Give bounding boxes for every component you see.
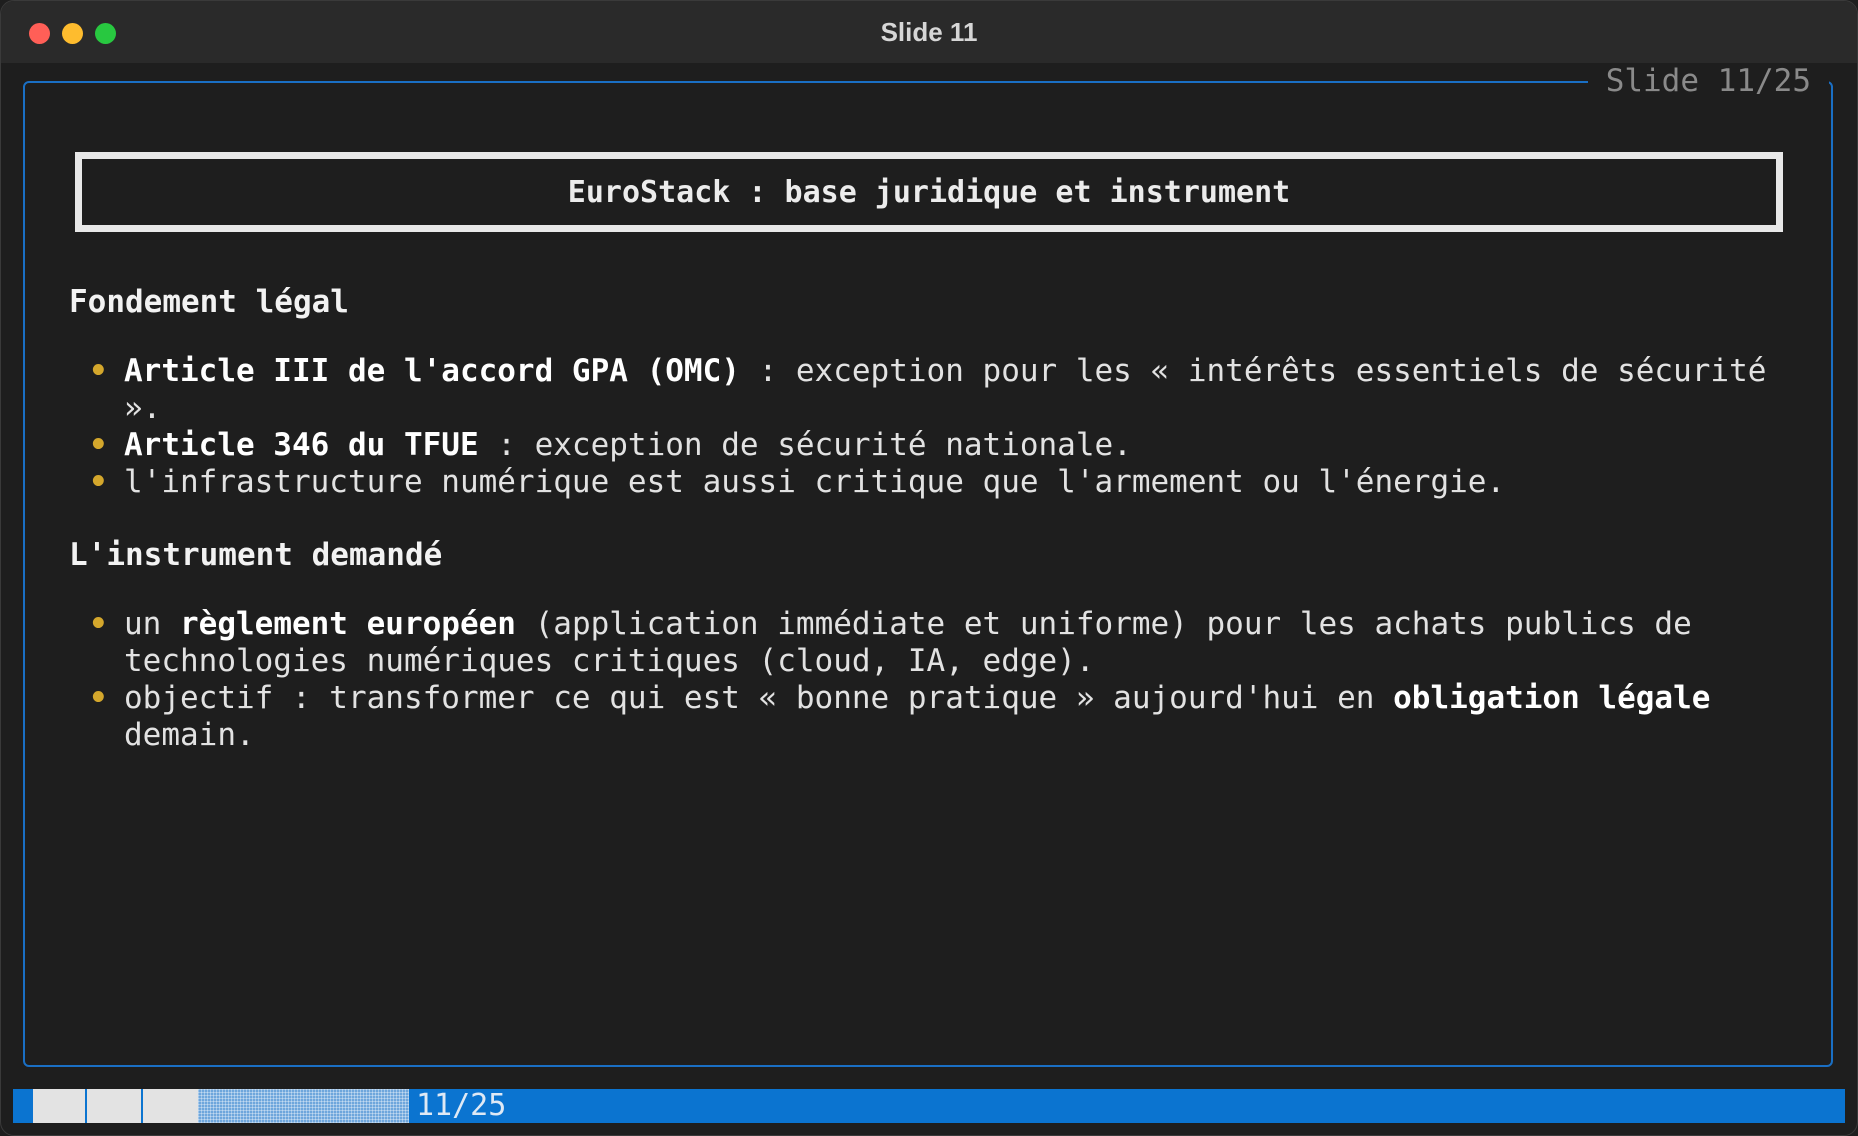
list-item: • objectif : transformer ce qui est « bon… (69, 680, 1789, 754)
bullet-bold-text: Article 346 du TFUE (124, 427, 479, 463)
bullet-prefix: un (124, 606, 180, 642)
bullet-list: • un règlement européen (application immé… (69, 606, 1789, 754)
window-title: Slide 11 (880, 17, 978, 47)
list-item: • un règlement européen (application immé… (69, 606, 1789, 680)
section-heading: Fondement légal (69, 284, 349, 320)
slide-counter-label: Slide 11/25 (1587, 63, 1829, 99)
slide-title: EuroStack : base juridique et instrument (567, 174, 1291, 210)
bullet-suffix: demain. (124, 717, 255, 753)
slide-title-box: EuroStack : base juridique et instrument (75, 152, 1783, 232)
list-item: • Article 346 du TFUE : exception de sécu… (69, 427, 1789, 464)
bullet-icon: • (89, 353, 108, 389)
app-window: Slide 11 Slide 11/25 EuroStack : base ju… (0, 0, 1858, 1136)
progress-bar (33, 1089, 409, 1123)
status-bar: 11/25 (13, 1089, 1845, 1123)
bullet-list: • Article III de l'accord GPA (OMC) : exc… (69, 353, 1789, 501)
bullet-text: l'infrastructure numérique est aussi cri… (124, 464, 1506, 500)
bullet-bold-text: Article III de l'accord GPA (OMC) (124, 353, 740, 389)
bullet-bold-text: obligation légale (1393, 680, 1711, 716)
bullet-icon: • (89, 606, 108, 642)
progress-remaining (198, 1089, 409, 1123)
bullet-bold-text: règlement européen (180, 606, 516, 642)
title-bar: Slide 11 (1, 1, 1857, 63)
slide-content: Fondement légal • Article III de l'accord… (69, 281, 1789, 754)
section-heading: L'instrument demandé (69, 537, 443, 573)
bullet-icon: • (89, 464, 108, 500)
slide-counter: 11/25 (416, 1088, 507, 1123)
bullet-text: objectif : transformer ce qui est « bonn… (124, 680, 1394, 716)
progress-fill (33, 1089, 198, 1123)
bullet-icon: • (89, 680, 108, 716)
bullet-text: : exception de sécurité nationale. (478, 427, 1132, 463)
bullet-icon: • (89, 427, 108, 463)
list-item: • l'infrastructure numérique est aussi cr… (69, 464, 1789, 501)
list-item: • Article III de l'accord GPA (OMC) : exc… (69, 353, 1789, 427)
